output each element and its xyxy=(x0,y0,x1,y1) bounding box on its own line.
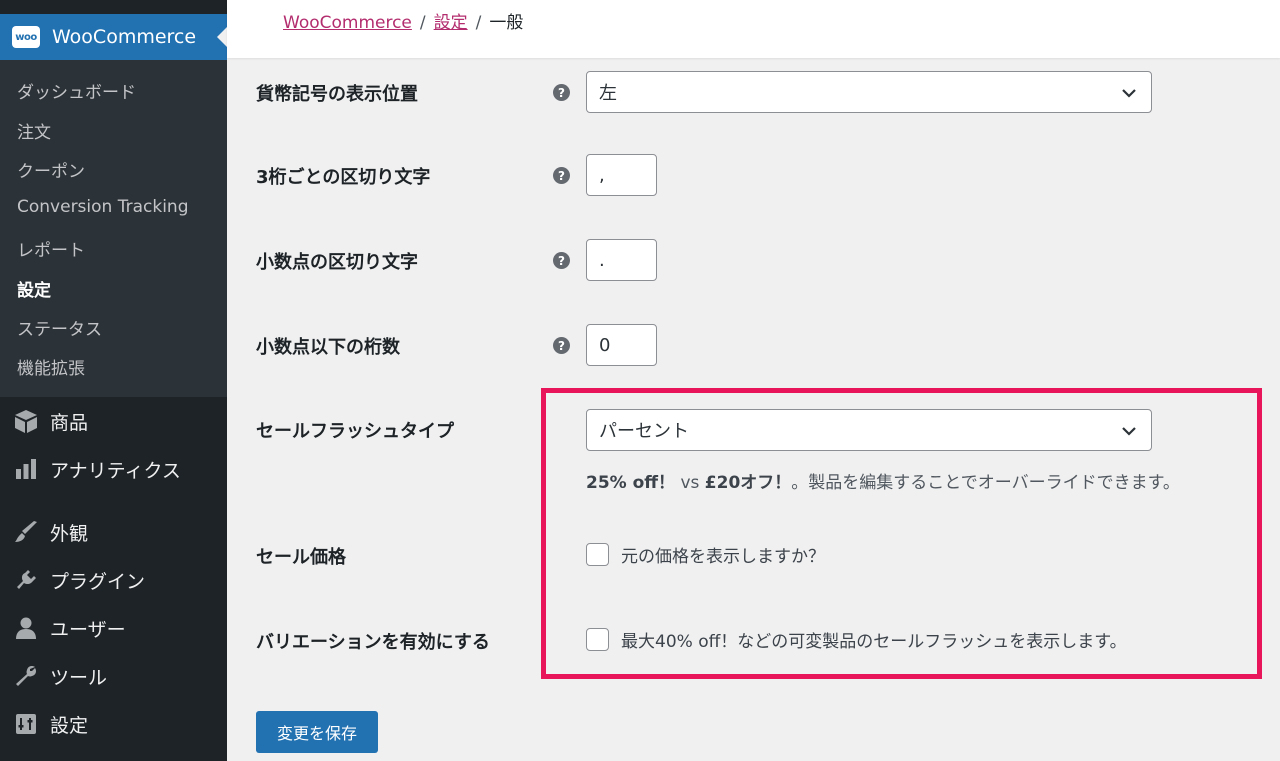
submenu-item-dashboard[interactable]: ダッシュボード xyxy=(17,78,136,103)
box-icon xyxy=(12,407,40,435)
decimal-separator-label: 小数点の区切り文字 xyxy=(256,252,418,273)
submenu-item-coupons[interactable]: クーポン xyxy=(17,157,85,182)
breadcrumb-current: 一般 xyxy=(489,13,524,33)
decimals-label: 小数点以下の桁数 xyxy=(256,337,400,358)
sidebar-item-label: プラグイン xyxy=(50,570,146,593)
highlight-box xyxy=(541,388,1262,679)
woocommerce-logo-icon: woo xyxy=(12,26,40,48)
admin-sidebar: woo WooCommerce ダッシュボード 注文 クーポン Conversi… xyxy=(0,0,227,761)
decimals-input[interactable]: 0 xyxy=(586,324,657,366)
breadcrumb-link-woocommerce[interactable]: WooCommerce xyxy=(283,13,412,33)
sidebar-item-label: ツール xyxy=(50,666,108,689)
plug-icon xyxy=(12,566,40,594)
sidebar-item-label: 外観 xyxy=(50,522,89,545)
sidebar-item-plugins[interactable]: プラグイン xyxy=(0,560,227,600)
submenu-item-reports[interactable]: レポート xyxy=(17,236,85,261)
help-icon[interactable]: ? xyxy=(553,252,570,269)
sidebar-item-products[interactable]: 商品 xyxy=(0,401,227,441)
sidebar-item-label: 設定 xyxy=(50,714,89,737)
save-changes-button[interactable]: 変更を保存 xyxy=(256,711,378,753)
enable-variations-label: バリエーションを有効にする xyxy=(256,632,490,653)
submenu-item-settings[interactable]: 設定 xyxy=(17,276,51,301)
sidebar-item-appearance[interactable]: 外観 xyxy=(0,512,227,552)
wrench-icon xyxy=(12,662,40,690)
sidebar-item-label: 商品 xyxy=(50,411,89,434)
sidebar-item-tools[interactable]: ツール xyxy=(0,656,227,696)
currency-position-select[interactable]: 左 xyxy=(586,71,1152,113)
paintbrush-icon xyxy=(12,518,40,546)
breadcrumb-link-settings[interactable]: 設定 xyxy=(434,13,468,33)
sidebar-item-users[interactable]: ユーザー xyxy=(0,608,227,648)
submenu-item-orders[interactable]: 注文 xyxy=(17,118,51,143)
sidebar-item-woocommerce[interactable]: woo WooCommerce xyxy=(0,14,227,60)
sale-flash-type-label: セールフラッシュタイプ xyxy=(256,421,454,442)
select-value: 左 xyxy=(599,83,617,104)
help-icon[interactable]: ? xyxy=(553,337,570,354)
decimal-separator-input[interactable]: . xyxy=(586,239,657,281)
sidebar-item-label: ユーザー xyxy=(50,618,126,641)
sidebar-item-label: アナリティクス xyxy=(50,459,181,482)
breadcrumb-separator: / xyxy=(475,13,482,33)
currency-position-label: 貨幣記号の表示位置 xyxy=(256,84,418,105)
breadcrumb: WooCommerce / 設定 / 一般 xyxy=(283,8,523,33)
page-header: WooCommerce / 設定 / 一般 xyxy=(227,0,1280,58)
sidebar-item-settings[interactable]: 設定 xyxy=(0,704,227,744)
settings-icon xyxy=(12,710,40,738)
chevron-down-icon xyxy=(1122,89,1136,98)
submenu-item-conversion-tracking[interactable]: Conversion Tracking xyxy=(17,197,189,217)
sale-price-label: セール価格 xyxy=(256,547,346,568)
user-icon xyxy=(12,614,40,642)
submenu-item-status[interactable]: ステータス xyxy=(17,315,102,340)
help-icon[interactable]: ? xyxy=(553,84,570,101)
breadcrumb-separator: / xyxy=(419,13,426,33)
woocommerce-submenu: ダッシュボード 注文 クーポン Conversion Tracking レポート… xyxy=(0,60,227,397)
sidebar-item-label: WooCommerce xyxy=(52,26,197,48)
thousand-separator-input[interactable]: , xyxy=(586,154,657,196)
sidebar-item-analytics[interactable]: アナリティクス xyxy=(0,449,227,489)
help-icon[interactable]: ? xyxy=(553,167,570,184)
thousand-separator-label: 3桁ごとの区切り文字 xyxy=(256,167,431,188)
bar-chart-icon xyxy=(12,455,40,483)
submenu-item-extensions[interactable]: 機能拡張 xyxy=(17,354,85,379)
